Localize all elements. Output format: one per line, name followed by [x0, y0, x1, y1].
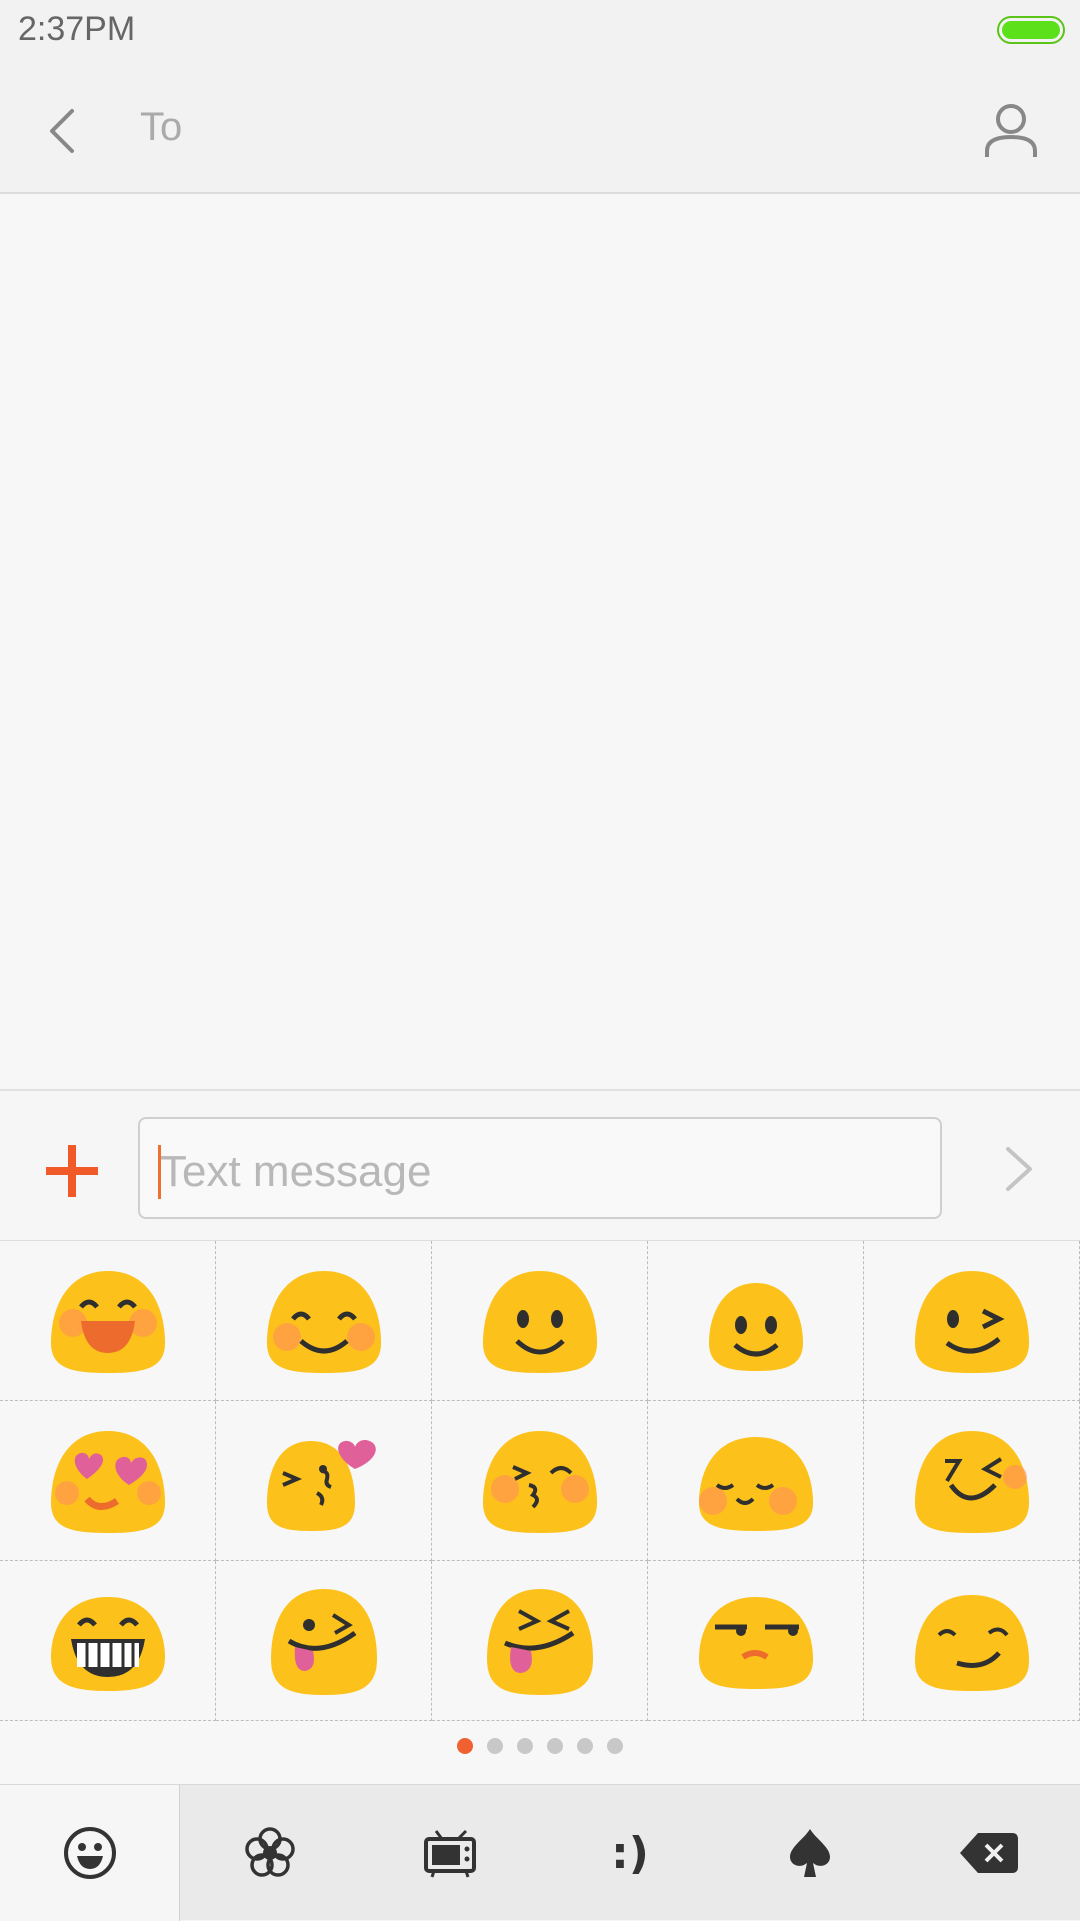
emoji-grid: [0, 1241, 1080, 1722]
send-button[interactable]: [988, 1139, 1048, 1199]
flower-tab[interactable]: [180, 1785, 360, 1921]
relieved-emoji[interactable]: [648, 1401, 864, 1561]
kissing-closed-eyes-emoji[interactable]: [432, 1401, 648, 1561]
laughing-blush-emoji[interactable]: [0, 1241, 216, 1401]
page-dot[interactable]: [517, 1738, 533, 1754]
status-time: 2:37PM: [18, 10, 136, 48]
conversation-area: [0, 196, 1080, 1089]
wink-emoji[interactable]: [864, 1241, 1080, 1401]
page-dot[interactable]: [577, 1738, 593, 1754]
simple-smile-emoji[interactable]: [648, 1241, 864, 1401]
emoji-panel: [0, 1240, 1080, 1784]
tongue-squint-emoji[interactable]: [432, 1561, 648, 1721]
tv-icon: [424, 1829, 476, 1878]
emoticon-tab[interactable]: :): [540, 1785, 720, 1921]
smiley-icon: [63, 1827, 116, 1879]
message-placeholder: Text message: [160, 1147, 432, 1196]
tv-tab[interactable]: [360, 1785, 540, 1921]
grin-emoji[interactable]: [0, 1561, 216, 1721]
header: To: [0, 60, 1080, 194]
unamused-emoji[interactable]: [648, 1561, 864, 1721]
smirk-emoji[interactable]: [864, 1561, 1080, 1721]
flower-icon: [245, 1827, 295, 1877]
squinting-wink-emoji[interactable]: [864, 1401, 1080, 1561]
page-dot[interactable]: [457, 1738, 473, 1754]
backspace-icon: [960, 1833, 1018, 1873]
emoticon-label: :): [611, 1827, 649, 1879]
smile-emoji[interactable]: [432, 1241, 648, 1401]
page-dot[interactable]: [547, 1738, 563, 1754]
tongue-wink-emoji[interactable]: [216, 1561, 432, 1721]
plus-icon: [46, 1145, 98, 1197]
page-indicator: [0, 1738, 1080, 1758]
attach-button[interactable]: [40, 1139, 104, 1203]
add-contact-button[interactable]: [975, 95, 1045, 165]
delete-tab[interactable]: [900, 1785, 1080, 1921]
battery-icon: [997, 16, 1065, 44]
heart-eyes-emoji[interactable]: [0, 1401, 216, 1561]
page-dot[interactable]: [607, 1738, 623, 1754]
spade-tab[interactable]: [720, 1785, 900, 1921]
message-input[interactable]: Text message: [138, 1117, 942, 1219]
spade-icon: [790, 1829, 830, 1877]
status-bar: 2:37PM: [0, 0, 1080, 60]
chevron-right-icon: [1006, 1147, 1032, 1191]
emoji-category-bar: :): [0, 1784, 1080, 1921]
person-icon: [985, 104, 1037, 157]
emoji-tab[interactable]: [0, 1785, 180, 1921]
blowing-kiss-emoji[interactable]: [216, 1401, 432, 1561]
back-button[interactable]: [30, 95, 100, 165]
to-field[interactable]: To: [140, 105, 182, 150]
page-dot[interactable]: [487, 1738, 503, 1754]
smiling-eyes-blush-emoji[interactable]: [216, 1241, 432, 1401]
compose-bar: Text message: [0, 1089, 1080, 1241]
chevron-left-icon: [50, 109, 74, 153]
